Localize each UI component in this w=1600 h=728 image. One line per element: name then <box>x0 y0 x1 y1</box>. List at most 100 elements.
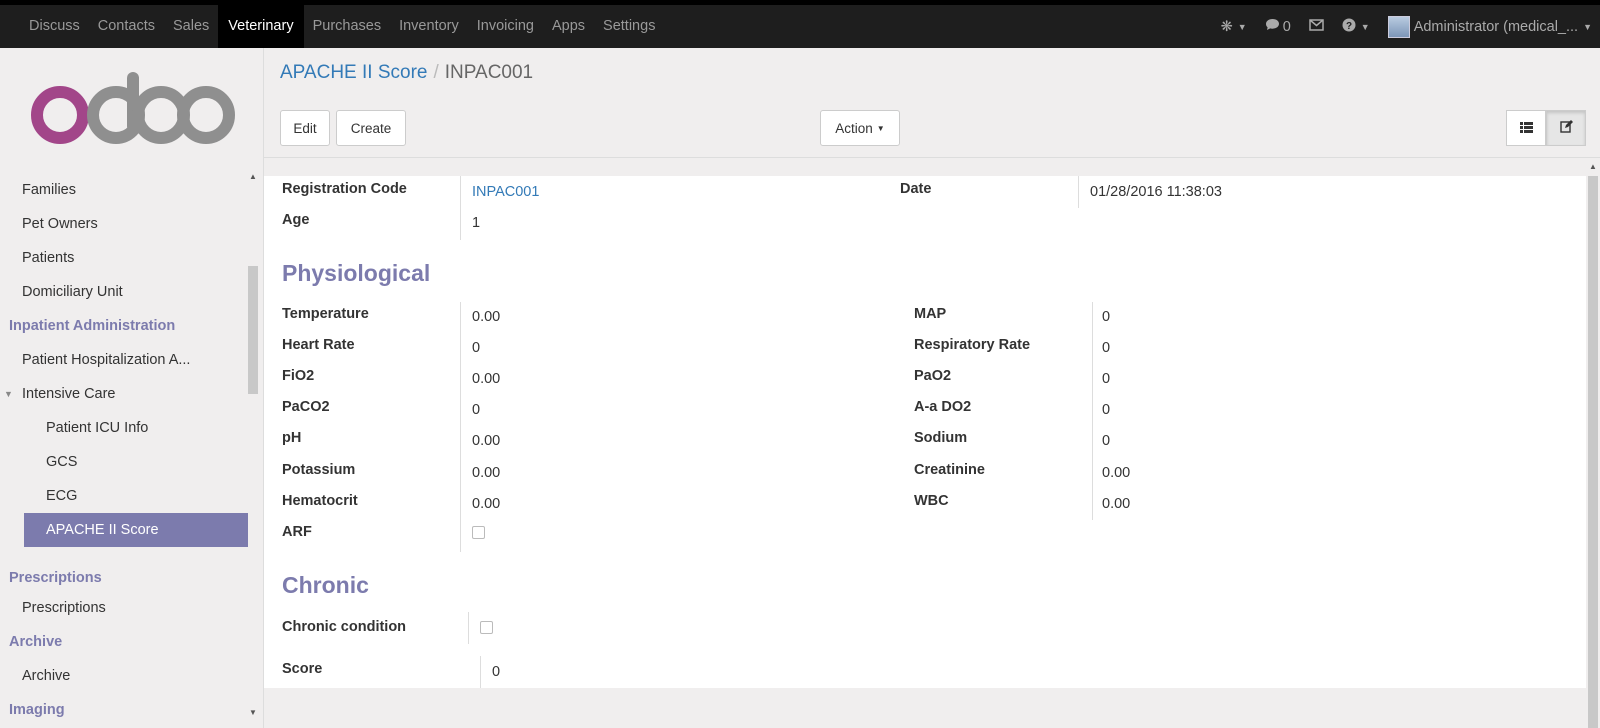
score-label: Score <box>282 661 323 677</box>
field-divider <box>1092 302 1093 520</box>
map-label: MAP <box>914 306 947 322</box>
registration-code-label: Registration Code <box>282 181 407 197</box>
edit-button[interactable]: Edit <box>280 110 330 146</box>
bug-icon: ❋ <box>1220 18 1233 35</box>
user-menu[interactable]: Administrator (medical_... ▼ <box>1387 15 1592 38</box>
menu-sales[interactable]: Sales <box>164 5 218 48</box>
scroll-up-icon[interactable]: ▲ <box>249 172 257 181</box>
a-a-do2-label: A-a DO2 <box>914 399 972 415</box>
avatar <box>1387 15 1410 38</box>
sodium-value: 0 <box>1102 433 1111 449</box>
systray: ❋ ▼ 0 ? ▼ Administrator (medical_... ▼ <box>1203 5 1592 48</box>
temperature-label: Temperature <box>282 306 369 322</box>
map-value: 0 <box>1102 309 1111 325</box>
heart-rate-label: Heart Rate <box>282 337 355 353</box>
menu-invoicing[interactable]: Invoicing <box>468 5 543 48</box>
breadcrumb: APACHE II Score / INPAC001 <box>280 62 533 84</box>
sidebar-item-apache[interactable]: APACHE II Score <box>24 513 248 547</box>
field-divider <box>460 176 461 240</box>
caret-down-icon: ▼ <box>1360 21 1370 32</box>
sidebar: Families Pet Owners Patients Domiciliary… <box>0 48 264 728</box>
breadcrumb-parent[interactable]: APACHE II Score <box>280 62 427 83</box>
main-menu: Discuss Contacts Sales Veterinary Purcha… <box>20 5 664 48</box>
sidebar-item-intensive-care[interactable]: ▼ Intensive Care <box>0 377 248 411</box>
view-switcher <box>1506 110 1586 146</box>
temperature-value: 0.00 <box>472 309 501 325</box>
messages-count: 0 <box>1282 18 1291 35</box>
sidebar-item-ecg[interactable]: ECG <box>0 479 248 513</box>
content-scrollbar[interactable]: ▲ <box>1586 158 1600 728</box>
top-navbar: Discuss Contacts Sales Veterinary Purcha… <box>0 0 1600 48</box>
heart-rate-value: 0 <box>472 340 481 356</box>
chronic-condition-label: Chronic condition <box>282 619 407 635</box>
sidebar-section-archive: Archive <box>9 634 63 650</box>
sidebar-item-patient-hospitalization[interactable]: Patient Hospitalization A... <box>0 343 248 377</box>
menu-settings[interactable]: Settings <box>594 5 664 48</box>
sidebar-item-pet-owners[interactable]: Pet Owners <box>0 207 248 241</box>
debug-menu[interactable]: ❋ ▼ <box>1221 19 1247 35</box>
sidebar-item-families[interactable]: Families <box>0 173 248 207</box>
help-menu[interactable]: ? ▼ <box>1342 18 1370 36</box>
form-view-button[interactable] <box>1546 110 1586 146</box>
caret-down-icon: ▼ <box>876 123 885 133</box>
a-a-do2-value: 0 <box>1102 402 1111 418</box>
list-icon <box>1519 120 1533 136</box>
inbox-menu[interactable] <box>1309 18 1324 35</box>
caret-down-icon: ▼ <box>1583 21 1592 32</box>
scroll-up-icon[interactable]: ▲ <box>1589 162 1597 171</box>
fio2-label: FiO2 <box>282 368 315 384</box>
menu-apps[interactable]: Apps <box>543 5 594 48</box>
sidebar-item-label: Intensive Care <box>22 386 116 402</box>
potassium-value: 0.00 <box>472 465 501 481</box>
scrollbar-thumb[interactable] <box>1588 176 1598 728</box>
odoo-logo-svg <box>31 72 235 144</box>
paco2-value: 0 <box>472 402 481 418</box>
sidebar-item-patient-icu-info[interactable]: Patient ICU Info <box>0 411 248 445</box>
triangle-down-icon: ▼ <box>4 389 13 399</box>
chat-bubble-icon <box>1265 18 1280 35</box>
fio2-value: 0.00 <box>472 371 501 387</box>
question-circle-icon: ? <box>1342 18 1356 36</box>
sidebar-section-inpatient: Inpatient Administration <box>9 318 176 334</box>
sidebar-item-patients[interactable]: Patients <box>0 241 248 275</box>
sidebar-section-prescriptions: Prescriptions <box>9 570 102 586</box>
caret-down-icon: ▼ <box>1237 21 1247 32</box>
arf-checkbox[interactable] <box>472 526 485 539</box>
odoo-logo[interactable] <box>0 48 263 168</box>
respiratory-rate-value: 0 <box>1102 340 1111 356</box>
scrollbar-thumb[interactable] <box>248 266 258 394</box>
menu-discuss[interactable]: Discuss <box>20 5 89 48</box>
create-button[interactable]: Create <box>336 110 406 146</box>
date-value: 01/28/2016 11:38:03 <box>1090 184 1222 200</box>
creatinine-label: Creatinine <box>914 462 985 478</box>
sidebar-item-domiciliary-unit[interactable]: Domiciliary Unit <box>0 275 248 309</box>
sidebar-scrollbar[interactable]: ▲ ▼ <box>246 168 260 728</box>
menu-purchases[interactable]: Purchases <box>304 5 391 48</box>
arf-label: ARF <box>282 524 312 540</box>
chronic-condition-checkbox[interactable] <box>480 621 493 634</box>
scroll-down-icon[interactable]: ▼ <box>249 708 257 717</box>
breadcrumb-separator: / <box>433 62 439 83</box>
action-button[interactable]: Action ▼ <box>820 110 900 146</box>
paco2-label: PaCO2 <box>282 399 330 415</box>
date-label: Date <box>900 181 932 197</box>
list-view-button[interactable] <box>1506 110 1546 146</box>
sidebar-item-gcs[interactable]: GCS <box>0 445 248 479</box>
registration-code-value[interactable]: INPAC001 <box>472 184 539 200</box>
ph-label: pH <box>282 430 302 446</box>
sidebar-item-archive[interactable]: Archive <box>0 659 248 693</box>
sidebar-item-prescriptions[interactable]: Prescriptions <box>0 591 248 625</box>
svg-text:?: ? <box>1346 21 1352 32</box>
menu-contacts[interactable]: Contacts <box>89 5 164 48</box>
field-divider <box>460 302 461 552</box>
menu-inventory[interactable]: Inventory <box>390 5 468 48</box>
sodium-label: Sodium <box>914 430 968 446</box>
field-divider <box>1078 176 1079 208</box>
messages-menu[interactable]: 0 <box>1265 18 1291 35</box>
pao2-label: PaO2 <box>914 368 952 384</box>
score-value: 0 <box>492 664 501 680</box>
menu-veterinary[interactable]: Veterinary <box>218 5 304 48</box>
physiological-heading: Physiological <box>282 260 431 286</box>
breadcrumb-current: INPAC001 <box>444 62 534 83</box>
control-panel: APACHE II Score / INPAC001 Edit Create Act… <box>264 48 1600 158</box>
